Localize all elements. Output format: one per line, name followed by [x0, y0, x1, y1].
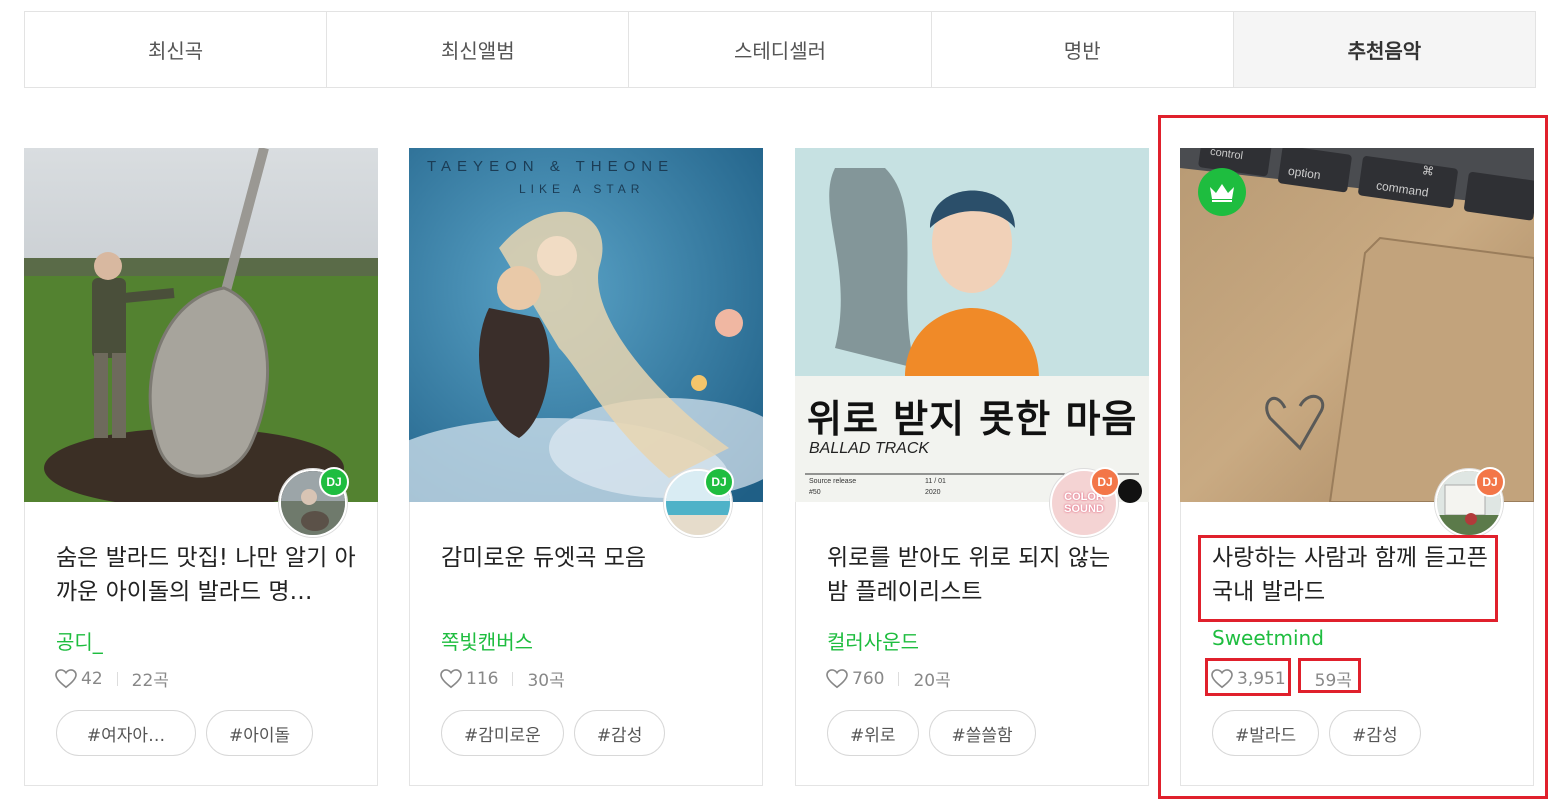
playlist-meta: 42 22곡: [55, 666, 169, 691]
tab-recommended[interactable]: 추천음악: [1233, 12, 1536, 87]
cover-subtitle: BALLAD TRACK: [809, 440, 930, 457]
heart-outline-icon: [1211, 668, 1233, 688]
like-button[interactable]: 42: [55, 669, 103, 689]
crown-badge: [1198, 168, 1246, 216]
playlist-card: DJ 숨은 발라드 맛집! 나만 알기 아까운 아이돌의 발라드 명… 공디_ …: [24, 148, 378, 786]
tag-chip[interactable]: #위로: [827, 710, 919, 756]
tab-steady-sellers[interactable]: 스테디셀러: [629, 12, 932, 87]
heart-outline-icon: [826, 668, 848, 688]
tag-chip[interactable]: #아이돌: [206, 710, 314, 756]
meta-divider: [116, 671, 118, 686]
tag-list: #위로 #쓸쓸함: [827, 710, 1036, 756]
dj-badge: DJ: [1090, 467, 1120, 497]
chart-tabs: 최신곡 최신앨범 스테디셀러 명반 추천음악: [24, 11, 1536, 88]
playlist-card: 위로 받지 못한 마음 BALLAD TRACK Source release …: [795, 148, 1149, 786]
creator-name[interactable]: 컬러사운드: [827, 626, 919, 655]
song-count: 30곡: [527, 671, 565, 691]
tag-list: #여자아… #아이돌: [56, 710, 314, 756]
like-button[interactable]: 116: [440, 669, 498, 689]
tag-chip[interactable]: #발라드: [1212, 710, 1320, 756]
like-button[interactable]: 3,951: [1211, 669, 1286, 689]
playlist-cover-image[interactable]: TAEYEON & THEONE LIKE A STAR: [409, 148, 763, 502]
tag-chip[interactable]: #감성: [1329, 710, 1421, 756]
tag-chip[interactable]: #감성: [573, 710, 666, 756]
playlist-cover-image[interactable]: [24, 148, 378, 502]
tag-list: #감미로운 #감성: [441, 710, 666, 756]
heart-outline-icon: [55, 668, 77, 688]
dj-badge: DJ: [704, 467, 734, 497]
cover-number: #50: [809, 489, 821, 496]
cover-song-text: LIKE A STAR: [519, 182, 645, 196]
tab-latest-albums[interactable]: 최신앨범: [327, 12, 630, 87]
label-logo: [1118, 479, 1142, 503]
playlist-title[interactable]: 숨은 발라드 맛집! 나만 알기 아까운 아이돌의 발라드 명…: [56, 541, 356, 609]
like-count: 42: [81, 668, 103, 689]
meta-divider: [512, 671, 514, 686]
tag-chip[interactable]: #여자아…: [56, 710, 196, 756]
playlist-title[interactable]: 위로를 받아도 위로 되지 않는 밤 플레이리스트: [827, 541, 1127, 609]
tab-latest-songs[interactable]: 최신곡: [25, 12, 328, 87]
playlist-card: TAEYEON & THEONE LIKE A STAR DJ 감미로운 듀엣곡…: [409, 148, 763, 786]
playlist-meta: 116 30곡: [440, 666, 565, 691]
creator-name[interactable]: Sweetmind: [1212, 626, 1324, 650]
like-count: 760: [852, 668, 885, 689]
tag-chip[interactable]: #쓸쓸함: [928, 710, 1036, 756]
song-count: 59곡: [1314, 671, 1352, 691]
dj-badge: DJ: [319, 467, 349, 497]
playlist-cover-image[interactable]: control option command ⌘: [1180, 148, 1534, 502]
song-count: 22곡: [131, 671, 169, 691]
playlist-title[interactable]: 사랑하는 사람과 함께 듣고픈 국내 발라드: [1212, 541, 1512, 609]
tag-chip[interactable]: #감미로운: [441, 710, 564, 756]
playlist-card: control option command ⌘ DJ 사랑하는 사람과 함께 …: [1180, 148, 1534, 786]
heart-outline-icon: [440, 668, 462, 688]
like-count: 3,951: [1237, 668, 1286, 689]
playlist-cover-image[interactable]: 위로 받지 못한 마음 BALLAD TRACK Source release …: [795, 148, 1149, 502]
cover-date: 11 / 01: [925, 478, 946, 485]
cover-year: 2020: [925, 489, 941, 496]
cover-artist-text: TAEYEON & THEONE: [427, 158, 675, 175]
like-count: 116: [466, 668, 499, 689]
creator-name[interactable]: 공디_: [56, 626, 103, 655]
dj-badge: DJ: [1475, 467, 1505, 497]
keycap-command-symbol: ⌘: [1421, 163, 1435, 179]
tag-list: #발라드 #감성: [1212, 710, 1421, 756]
creator-name[interactable]: 쪽빛캔버스: [441, 626, 533, 655]
cover-source-label: Source release: [809, 478, 857, 485]
playlist-meta: 760 20곡: [826, 666, 951, 691]
playlist-meta: 3,951 59곡: [1211, 666, 1352, 691]
meta-divider: [898, 671, 900, 686]
playlist-title[interactable]: 감미로운 듀엣곡 모음: [441, 541, 741, 575]
song-count: 20곡: [913, 671, 951, 691]
cover-headline: 위로 받지 못한 마음: [807, 397, 1138, 441]
tab-masterpieces[interactable]: 명반: [932, 12, 1234, 87]
crown-icon: [1210, 184, 1234, 202]
like-button[interactable]: 760: [826, 669, 884, 689]
